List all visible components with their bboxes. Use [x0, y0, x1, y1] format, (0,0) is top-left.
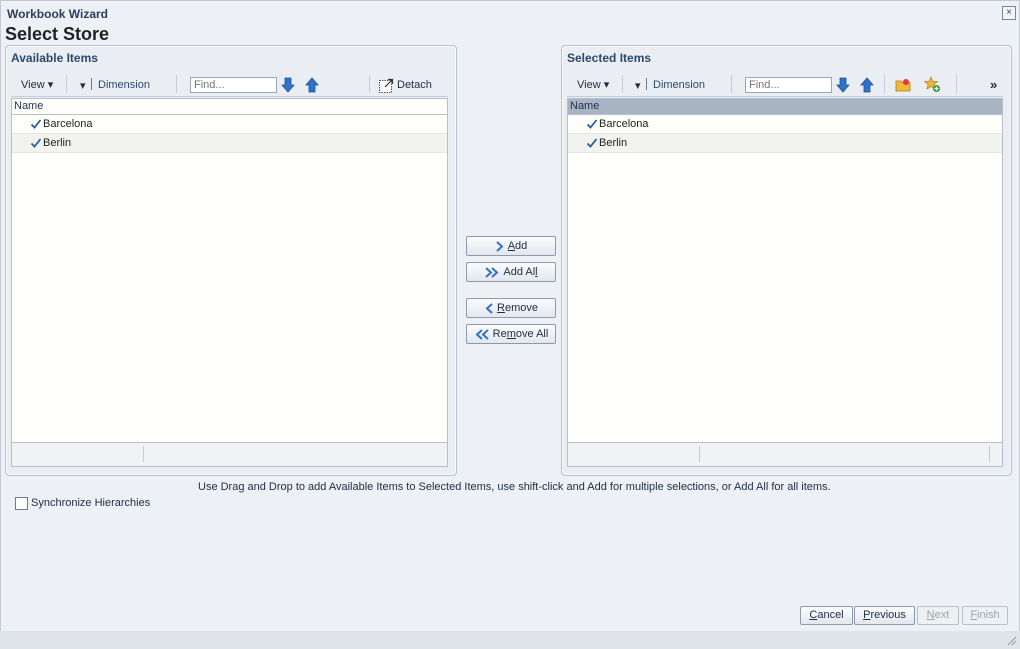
column-header-name[interactable]: Name [12, 99, 447, 115]
list-item[interactable]: Berlin [12, 134, 447, 153]
dimension-dropdown-icon[interactable]: ▾ [80, 78, 86, 94]
remove-button[interactable]: Remove [466, 298, 556, 318]
available-find-input[interactable] [190, 77, 277, 93]
check-icon [30, 119, 42, 129]
toolbar-separator [622, 75, 623, 93]
toolbar-separator [91, 78, 92, 90]
toolbar-separator [956, 75, 957, 93]
list-item[interactable]: Barcelona [12, 115, 447, 134]
arrow-down-icon[interactable] [281, 77, 295, 93]
favorite-add-icon[interactable] [924, 76, 941, 93]
finish-button[interactable]: Finish [962, 606, 1008, 625]
check-icon [586, 138, 598, 148]
footer-divider [989, 446, 990, 462]
toolbar-separator [646, 78, 647, 90]
wizard-title: Workbook Wizard [7, 7, 109, 21]
status-strip [0, 631, 1020, 649]
check-icon [586, 119, 598, 129]
arrow-up-icon[interactable] [860, 77, 874, 93]
item-label: Berlin [43, 137, 72, 149]
item-label: Barcelona [43, 118, 93, 130]
detach-icon[interactable] [379, 78, 394, 93]
chevron-right-icon [496, 240, 504, 252]
add-all-button[interactable]: Add All [466, 262, 556, 282]
item-label: Berlin [599, 137, 628, 149]
resize-grip-icon[interactable] [1005, 634, 1017, 646]
remove-all-button[interactable]: Remove All [466, 324, 556, 344]
add-button[interactable]: Add [466, 236, 556, 256]
available-items-title: Available Items [11, 51, 98, 65]
arrow-up-icon[interactable] [305, 77, 319, 93]
dimension-button[interactable]: Dimension [653, 77, 705, 93]
previous-button[interactable]: Previous [854, 606, 915, 625]
column-header-name[interactable]: Name [568, 99, 1002, 115]
toolbar-separator [66, 75, 67, 93]
page-title: Select Store [5, 24, 110, 44]
footer-divider [699, 446, 700, 462]
list-item[interactable]: Berlin [568, 134, 1002, 153]
dimension-button[interactable]: Dimension [98, 77, 150, 93]
toolbar-separator [884, 75, 885, 93]
detach-button[interactable]: Detach [397, 77, 432, 93]
next-button[interactable]: Next [917, 606, 959, 625]
double-chevron-left-icon [475, 328, 489, 340]
arrow-down-icon[interactable] [836, 77, 850, 93]
item-label: Barcelona [599, 118, 649, 130]
selected-find-input[interactable] [745, 77, 832, 93]
toolbar-separator [731, 75, 732, 93]
folder-icon[interactable] [895, 77, 912, 92]
more-icon[interactable]: » [990, 77, 997, 93]
available-items-table: Name Barcelona Berlin [11, 98, 448, 467]
synchronize-hierarchies-label[interactable]: Synchronize Hierarchies [31, 497, 150, 509]
table-footer [568, 442, 1002, 466]
double-chevron-right-icon [485, 266, 499, 278]
footer-divider [143, 446, 144, 462]
synchronize-hierarchies-checkbox[interactable] [15, 497, 28, 510]
toolbar-separator [176, 75, 177, 93]
dimension-dropdown-icon[interactable]: ▾ [635, 78, 641, 94]
view-menu[interactable]: View ▾ [21, 77, 53, 93]
check-icon [30, 138, 42, 148]
cancel-button[interactable]: Cancel [800, 606, 853, 625]
view-menu[interactable]: View ▾ [577, 77, 609, 93]
selected-items-title: Selected Items [567, 51, 652, 65]
instructions-text: Use Drag and Drop to add Available Items… [198, 481, 831, 493]
chevron-left-icon [485, 302, 493, 314]
list-item[interactable]: Barcelona [568, 115, 1002, 134]
selected-items-table: Name Barcelona Berlin [567, 98, 1003, 467]
table-footer [12, 442, 447, 466]
toolbar-separator [369, 75, 370, 93]
close-icon[interactable]: × [1002, 6, 1016, 20]
